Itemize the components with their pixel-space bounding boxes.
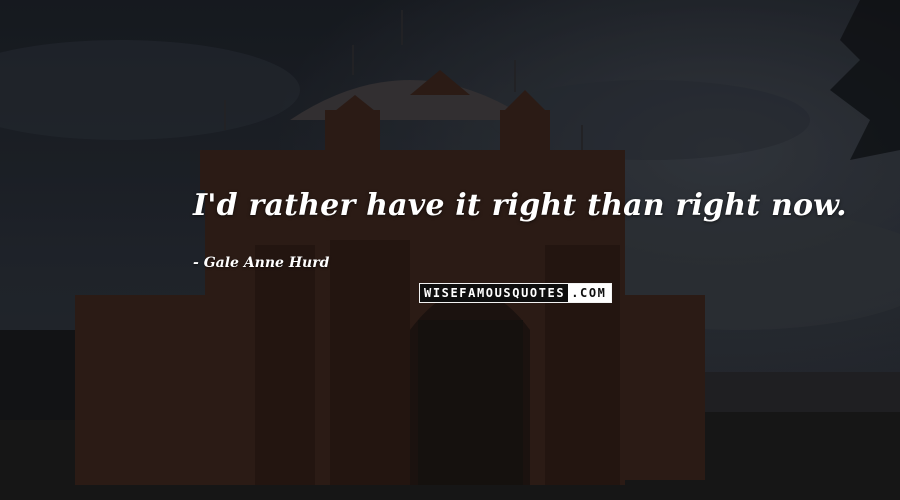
chapel-background-photo xyxy=(0,0,900,500)
quote-image: I'd rather have it right than right now.… xyxy=(0,0,900,500)
author-name: Gale Anne Hurd xyxy=(203,255,330,271)
quote-text: I'd rather have it right than right now. xyxy=(193,188,847,223)
watermark-logo: WISEFAMOUSQUOTES .COM xyxy=(419,283,612,303)
watermark-light-part: .COM xyxy=(568,284,611,302)
quote-author: - Gale Anne Hurd xyxy=(193,255,330,271)
watermark-dark-part: WISEFAMOUSQUOTES xyxy=(420,284,569,302)
